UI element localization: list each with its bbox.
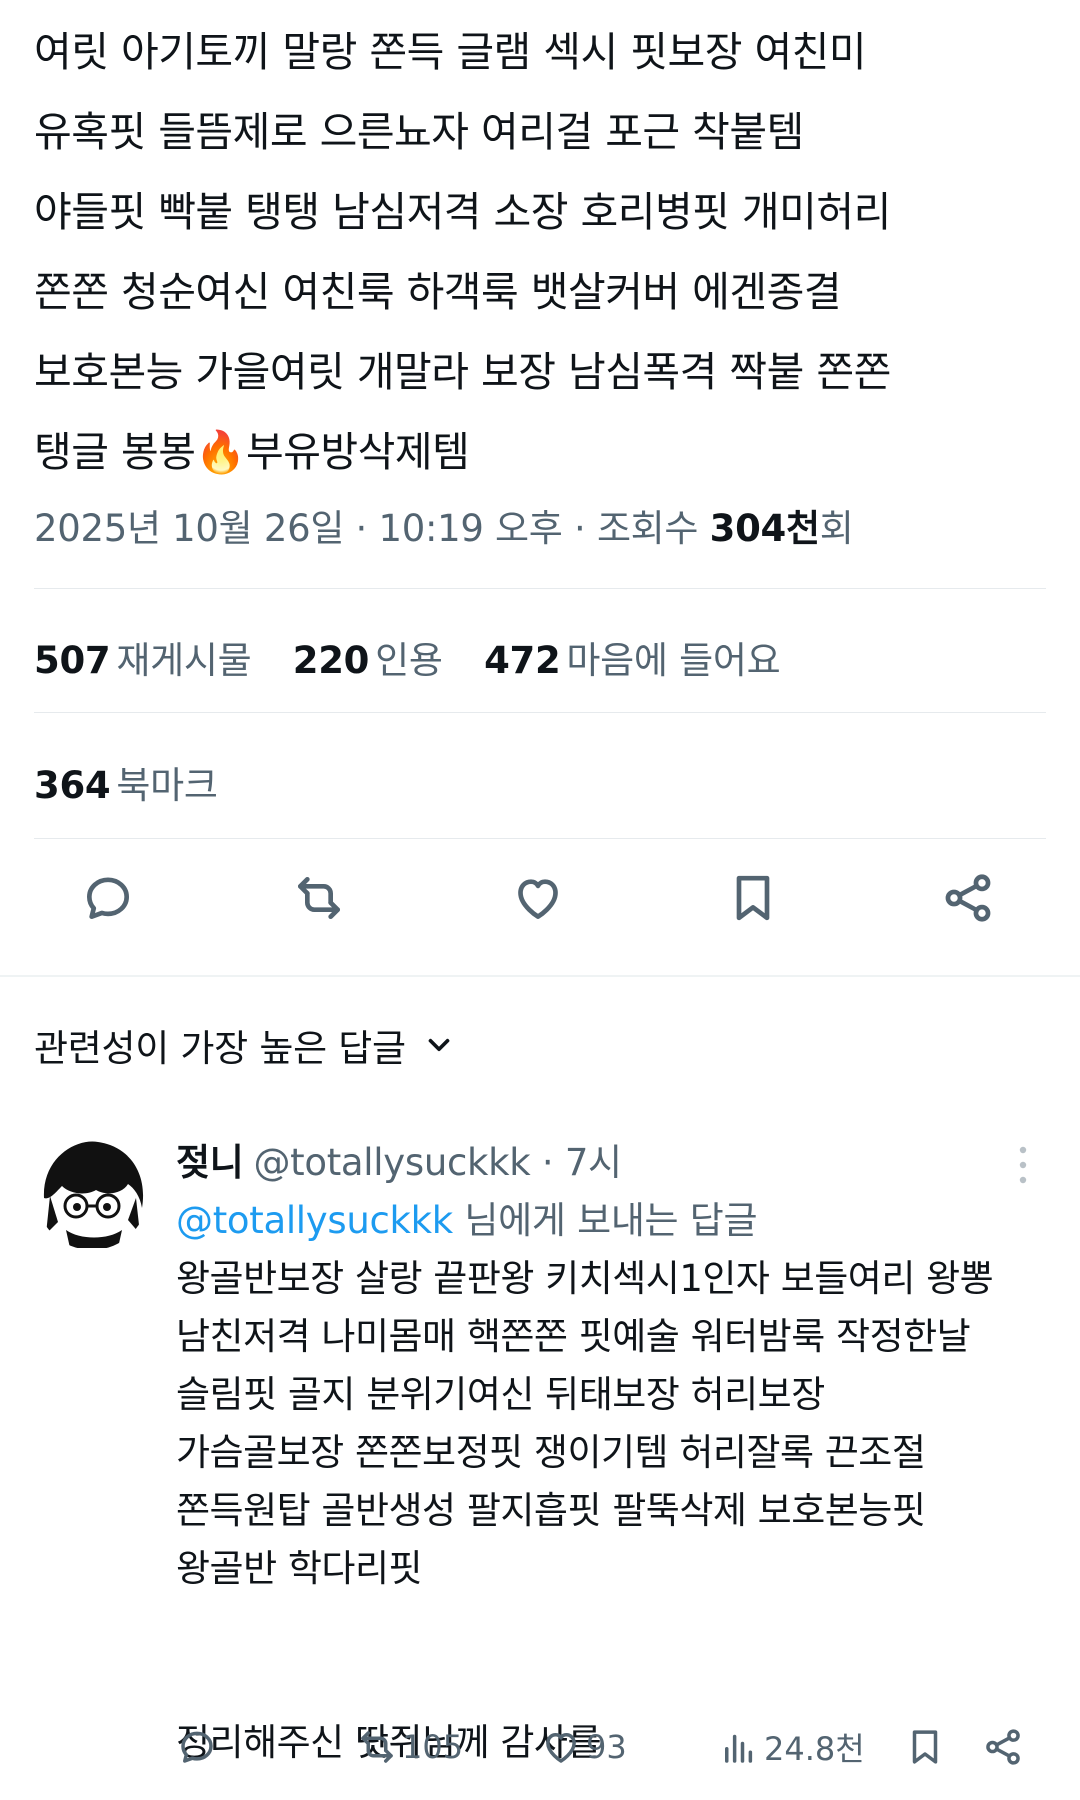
reply-text-line: 쫀득원탑 골반생성 팔지흡핏 팔뚝삭제 보호본능핏 [176, 1489, 926, 1532]
meta-separator: · [562, 507, 597, 550]
bookmark-button[interactable] [725, 870, 785, 930]
reply-header: 젖니 @totallysuckkk · 7시 [176, 1132, 622, 1186]
bookmarks-label: 북마크 [116, 764, 218, 807]
views-count: 304천 [709, 507, 820, 550]
reply-text-line: 남친저격 나미몸매 핵쫀쫀 핏예술 워터밤룩 작정한날 [176, 1315, 971, 1358]
bookmarks-stat[interactable]: 364 북마크 [34, 755, 248, 809]
reply-icon [87, 877, 129, 919]
engagement-stats: 507 재게시물 220 인용 472 마음에 들어요 [34, 630, 810, 684]
reply-text-line: 왕골반보장 살랑 끝판왕 키치섹시1인자 보들여리 왕뽕 [176, 1257, 994, 1300]
reply-views-button[interactable]: 24.8천 [718, 1722, 865, 1772]
avatar[interactable] [36, 1138, 148, 1250]
replying-to-mention[interactable]: @totallysuckkk [176, 1199, 453, 1242]
replying-to: @totallysuckkk 님에게 보내는 답글 [176, 1190, 758, 1244]
quotes-count: 220 [292, 639, 370, 682]
bookmarks-count: 364 [34, 764, 111, 807]
share-icon [986, 1729, 1020, 1765]
reply-author-handle[interactable]: @totallysuckkk [253, 1141, 530, 1184]
views-suffix: 회 [819, 507, 854, 550]
reply-share-button[interactable] [982, 1722, 1024, 1772]
post-text-segment: 부유방삭제템 [245, 428, 470, 476]
post-text-line: 보호본능 가을여릿 개말라 보장 남심폭격 짝붙 쫀쫀 [34, 348, 891, 396]
divider [34, 588, 1046, 589]
repost-icon [361, 1731, 393, 1763]
post-date[interactable]: 2025년 10월 26일 [34, 507, 344, 550]
post-text: 여릿 아기토끼 말랑 쫀득 글램 섹시 핏보장 여친미 유혹핏 들뜸제로 으른뇨… [34, 12, 1044, 492]
reply-sort-label: 관련성이 가장 높은 답글 [34, 1027, 406, 1070]
reply-repost-button[interactable]: 105 [356, 1722, 463, 1772]
reply-sort-dropdown[interactable]: 관련성이 가장 높은 답글 [34, 1018, 456, 1072]
quotes-label: 인용 [375, 639, 443, 682]
reposts-count: 507 [34, 639, 111, 682]
share-icon [945, 874, 991, 922]
bookmark-icon [736, 875, 770, 921]
like-button[interactable] [510, 870, 570, 930]
avatar-drawing [36, 1138, 148, 1250]
reply-text-line: 가슴골보장 쫀쫀보정핏 쟁이기템 허리잘록 끈조절 [176, 1431, 926, 1474]
more-options-button[interactable] [1008, 1140, 1038, 1190]
section-divider [0, 975, 1080, 977]
reply-bookmark-button[interactable] [904, 1722, 946, 1772]
post-text-line: 여릿 아기토끼 말랑 쫀득 글램 섹시 핏보장 여친미 [34, 28, 867, 76]
post-meta: 2025년 10월 26일 · 10:19 오후 · 조회수 304천회 [34, 498, 854, 552]
meta-separator: · [530, 1141, 565, 1184]
reply-like-count: 93 [586, 1728, 627, 1766]
likes-stat[interactable]: 472 마음에 들어요 [484, 639, 810, 682]
reply-time[interactable]: 7시 [565, 1141, 622, 1184]
analytics-icon [725, 1734, 753, 1763]
reply-reply-button[interactable] [176, 1722, 218, 1772]
reply-action-bar: 105 93 24.8천 [0, 1722, 1080, 1778]
post-text-line: 야들핏 빡붙 탱탱 남심저격 소장 호리병핏 개미허리 [34, 188, 891, 236]
repost-icon [298, 877, 340, 919]
chevron-down-icon [428, 1038, 450, 1052]
post-text-segment: 탱글 봉봉 [34, 428, 196, 476]
reply-repost-count: 105 [402, 1728, 464, 1766]
bookmark-icon [912, 1730, 938, 1764]
likes-count: 472 [484, 639, 561, 682]
likes-label: 마음에 들어요 [566, 639, 781, 682]
heart-icon [546, 1733, 576, 1763]
views-label: 조회수 [596, 507, 710, 550]
heart-icon [518, 879, 558, 919]
reposts-label: 재게시물 [116, 639, 252, 682]
post-text-line: 쫀쫀 청순여신 여친룩 하객룩 뱃살커버 에겐종결 [34, 268, 842, 316]
divider [34, 712, 1046, 713]
more-dots-icon [1019, 1146, 1027, 1184]
post-text-line-last: 탱글 봉봉🔥부유방삭제템 [34, 412, 1044, 492]
post-text-line: 유혹핏 들뜸제로 으른뇨자 여리걸 포근 착붙템 [34, 108, 804, 156]
reposts-stat[interactable]: 507 재게시물 [34, 639, 281, 682]
reply-text-line: 슬림핏 골지 분위기여신 뒤태보장 허리보장 [176, 1373, 825, 1416]
reply-views-count: 24.8천 [764, 1730, 865, 1768]
reply-like-button[interactable]: 93 [540, 1722, 627, 1772]
meta-separator: · [344, 507, 379, 550]
post-time[interactable]: 10:19 오후 [378, 507, 562, 550]
quotes-stat[interactable]: 220 인용 [293, 639, 473, 682]
reply-text-line: 왕골반 학다리핏 [176, 1547, 423, 1590]
reply-author-name[interactable]: 젖니 [176, 1141, 244, 1184]
fire-emoji: 🔥 [195, 428, 246, 476]
share-button[interactable] [940, 870, 1000, 930]
repost-button[interactable] [291, 870, 351, 930]
replying-to-suffix: 님에게 보내는 답글 [452, 1199, 758, 1242]
divider [34, 838, 1046, 839]
reply-icon [181, 1731, 213, 1763]
post-action-bar [0, 870, 1080, 950]
reply-text: 왕골반보장 살랑 끝판왕 키치섹시1인자 보들여리 왕뽕 남친저격 나미몸매 핵… [176, 1250, 1056, 1772]
reply-button[interactable] [80, 870, 140, 930]
